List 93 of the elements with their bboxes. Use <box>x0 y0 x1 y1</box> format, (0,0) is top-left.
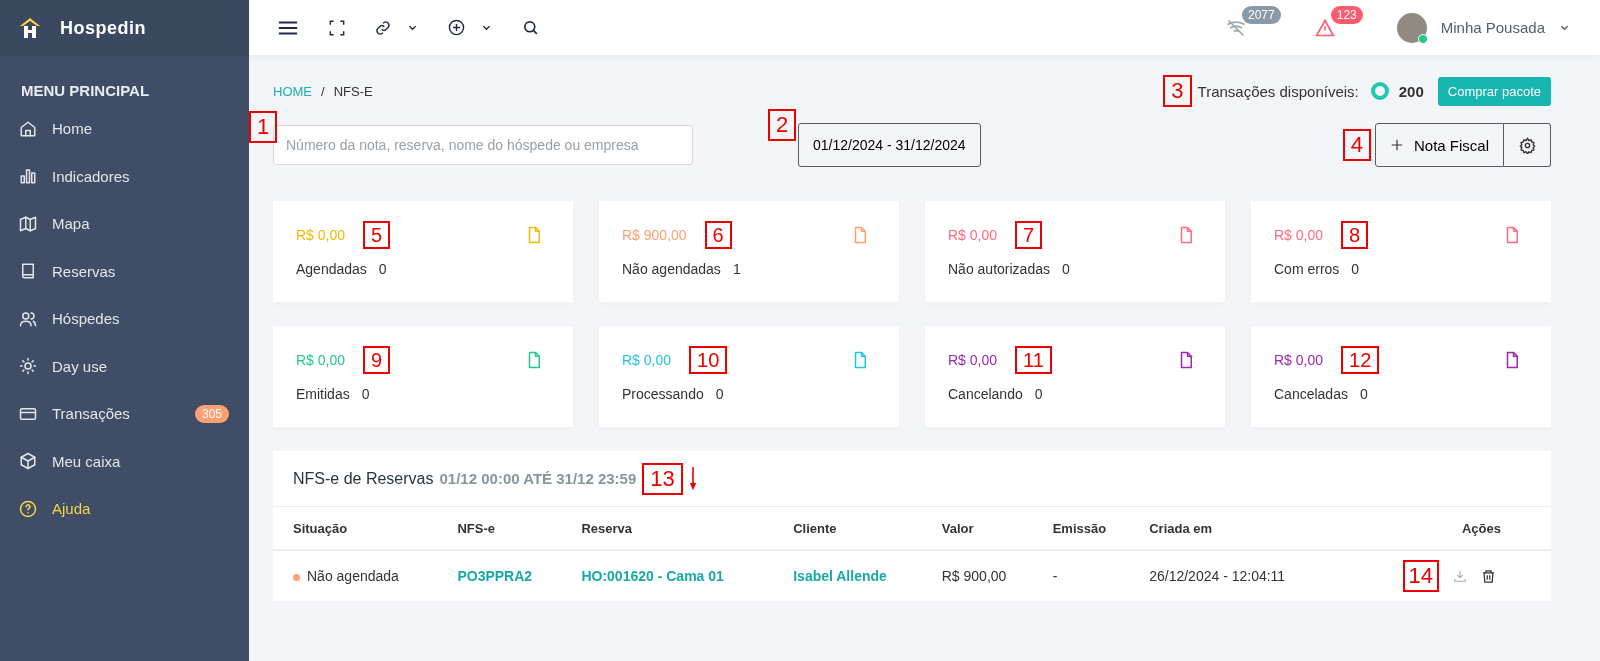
sidebar-item[interactable]: Reservas <box>0 247 249 295</box>
annotation-marker: 14 <box>1402 560 1439 592</box>
new-invoice-button[interactable]: Nota Fiscal <box>1374 123 1504 167</box>
search-field[interactable]: Número da nota, reserva, nome do hóspede ou empresa <box>273 125 693 165</box>
column-header: Valor <box>921 507 1033 550</box>
status-text: Não agendada <box>307 568 399 584</box>
annotation-arrow <box>688 465 697 492</box>
settings-button[interactable] <box>1504 123 1551 167</box>
sidebar-item[interactable]: Transações 305 <box>0 390 249 438</box>
help-icon <box>19 499 37 518</box>
card-label: Com erros <box>1274 261 1340 277</box>
map-icon <box>19 214 37 233</box>
card-count: 0 <box>361 386 370 402</box>
notification-badge: 2077 <box>1242 5 1281 24</box>
column-header: Ações <box>1332 507 1551 550</box>
annotation-marker: 1 <box>249 111 278 143</box>
breadcrumb-text: NFS-E <box>333 83 373 99</box>
card-label: Processando <box>622 386 704 402</box>
annotation-marker: 7 <box>1015 221 1043 249</box>
amount: R$ 0,00 <box>1274 352 1324 368</box>
transactions-count: 200 <box>1398 82 1424 100</box>
avatar[interactable] <box>1396 12 1427 43</box>
sidebar-item[interactable]: Day use <box>0 342 249 390</box>
sun-icon <box>19 357 37 376</box>
transactions-label: Transações disponíveis: <box>1197 82 1359 100</box>
sidebar-item[interactable]: Meu caixa <box>0 437 249 485</box>
sidebar-item[interactable]: Hóspedes <box>0 295 249 343</box>
table-cell: 26/12/2024 - 12:04:11 <box>1129 550 1333 601</box>
column-header: Cliente <box>773 507 922 550</box>
table-period: 01/12 00:00 ATÉ 31/12 23:59 <box>439 470 637 487</box>
amount: R$ 0,00 <box>296 352 346 368</box>
card-label: Não autorizadas <box>948 261 1050 277</box>
table-cell: - <box>1032 550 1130 601</box>
sidebar-item[interactable]: Indicadores <box>0 152 249 200</box>
amount: R$ 900,00 <box>622 227 687 243</box>
house-logo-icon <box>18 16 42 40</box>
annotation-marker: 2 <box>768 109 797 141</box>
card-label: Canceladas <box>1274 386 1348 402</box>
annotation-marker: 10 <box>689 346 728 374</box>
wifi-off-icon[interactable] <box>1226 17 1246 38</box>
annotation-marker: 13 <box>642 462 683 495</box>
home-icon <box>19 119 37 138</box>
annotation-marker: 6 <box>704 221 732 249</box>
plus-icon <box>1389 138 1404 152</box>
sidebar-item[interactable]: Mapa <box>0 200 249 248</box>
amount: R$ 0,00 <box>296 227 346 243</box>
cube-icon <box>19 452 37 471</box>
table-cell: R$ 900,00 <box>921 550 1033 601</box>
amount: R$ 0,00 <box>948 352 998 368</box>
column-header: NFS-e <box>437 507 562 550</box>
amount: R$ 0,00 <box>622 352 672 368</box>
users-icon <box>19 309 37 328</box>
breadcrumb-separator: / <box>321 83 325 99</box>
column-header: Criada em <box>1129 507 1333 550</box>
sidebar-item[interactable]: Ajuda <box>0 485 249 533</box>
annotation-marker: 3 <box>1163 75 1192 107</box>
warning-icon[interactable] <box>1314 17 1335 38</box>
menu-heading: MENU PRINCIPAL <box>20 81 151 101</box>
card-count: 0 <box>1359 386 1368 402</box>
notification-badge: 123 <box>1330 5 1363 24</box>
column-header: Situação <box>273 507 438 550</box>
card-label: Emitidas <box>296 386 350 402</box>
book-icon <box>19 262 37 281</box>
annotation-marker: 12 <box>1341 346 1380 374</box>
card-label: Não agendadas <box>622 261 721 277</box>
card-count: 0 <box>1351 261 1360 277</box>
card-label: Agendadas <box>296 261 367 277</box>
trash-icon[interactable] <box>1481 568 1496 584</box>
card-count: 0 <box>715 386 724 402</box>
annotation-marker: 5 <box>363 221 391 249</box>
column-header: Emissão <box>1032 507 1130 550</box>
date-range-button[interactable]: 01/12/2024 - 31/12/2024 <box>798 123 981 167</box>
amount: R$ 0,00 <box>948 227 998 243</box>
count-badge: 305 <box>194 404 229 423</box>
settings-icon <box>1518 136 1536 154</box>
column-header: Reserva <box>561 507 774 550</box>
card-count: 0 <box>1061 261 1070 277</box>
online-dot <box>1417 33 1428 44</box>
annotation-marker: 8 <box>1341 221 1369 249</box>
user-menu[interactable]: Minha Pousada <box>1440 19 1545 36</box>
card-label: Cancelando <box>948 386 1023 402</box>
annotation-marker: 9 <box>363 346 391 374</box>
table-title: NFS-e de Reservas <box>293 469 434 488</box>
bar-chart-icon <box>19 167 37 186</box>
annotation-marker: 11 <box>1015 346 1052 374</box>
annotation-marker: 4 <box>1342 129 1371 161</box>
card-count: 1 <box>732 261 741 277</box>
card-count: 0 <box>1034 386 1043 402</box>
amount: R$ 0,00 <box>1274 227 1324 243</box>
ring-icon <box>1370 82 1389 100</box>
brand-name: Hospedin <box>60 17 146 39</box>
card-count: 0 <box>378 261 387 277</box>
sidebar-item[interactable]: Home <box>0 105 249 153</box>
